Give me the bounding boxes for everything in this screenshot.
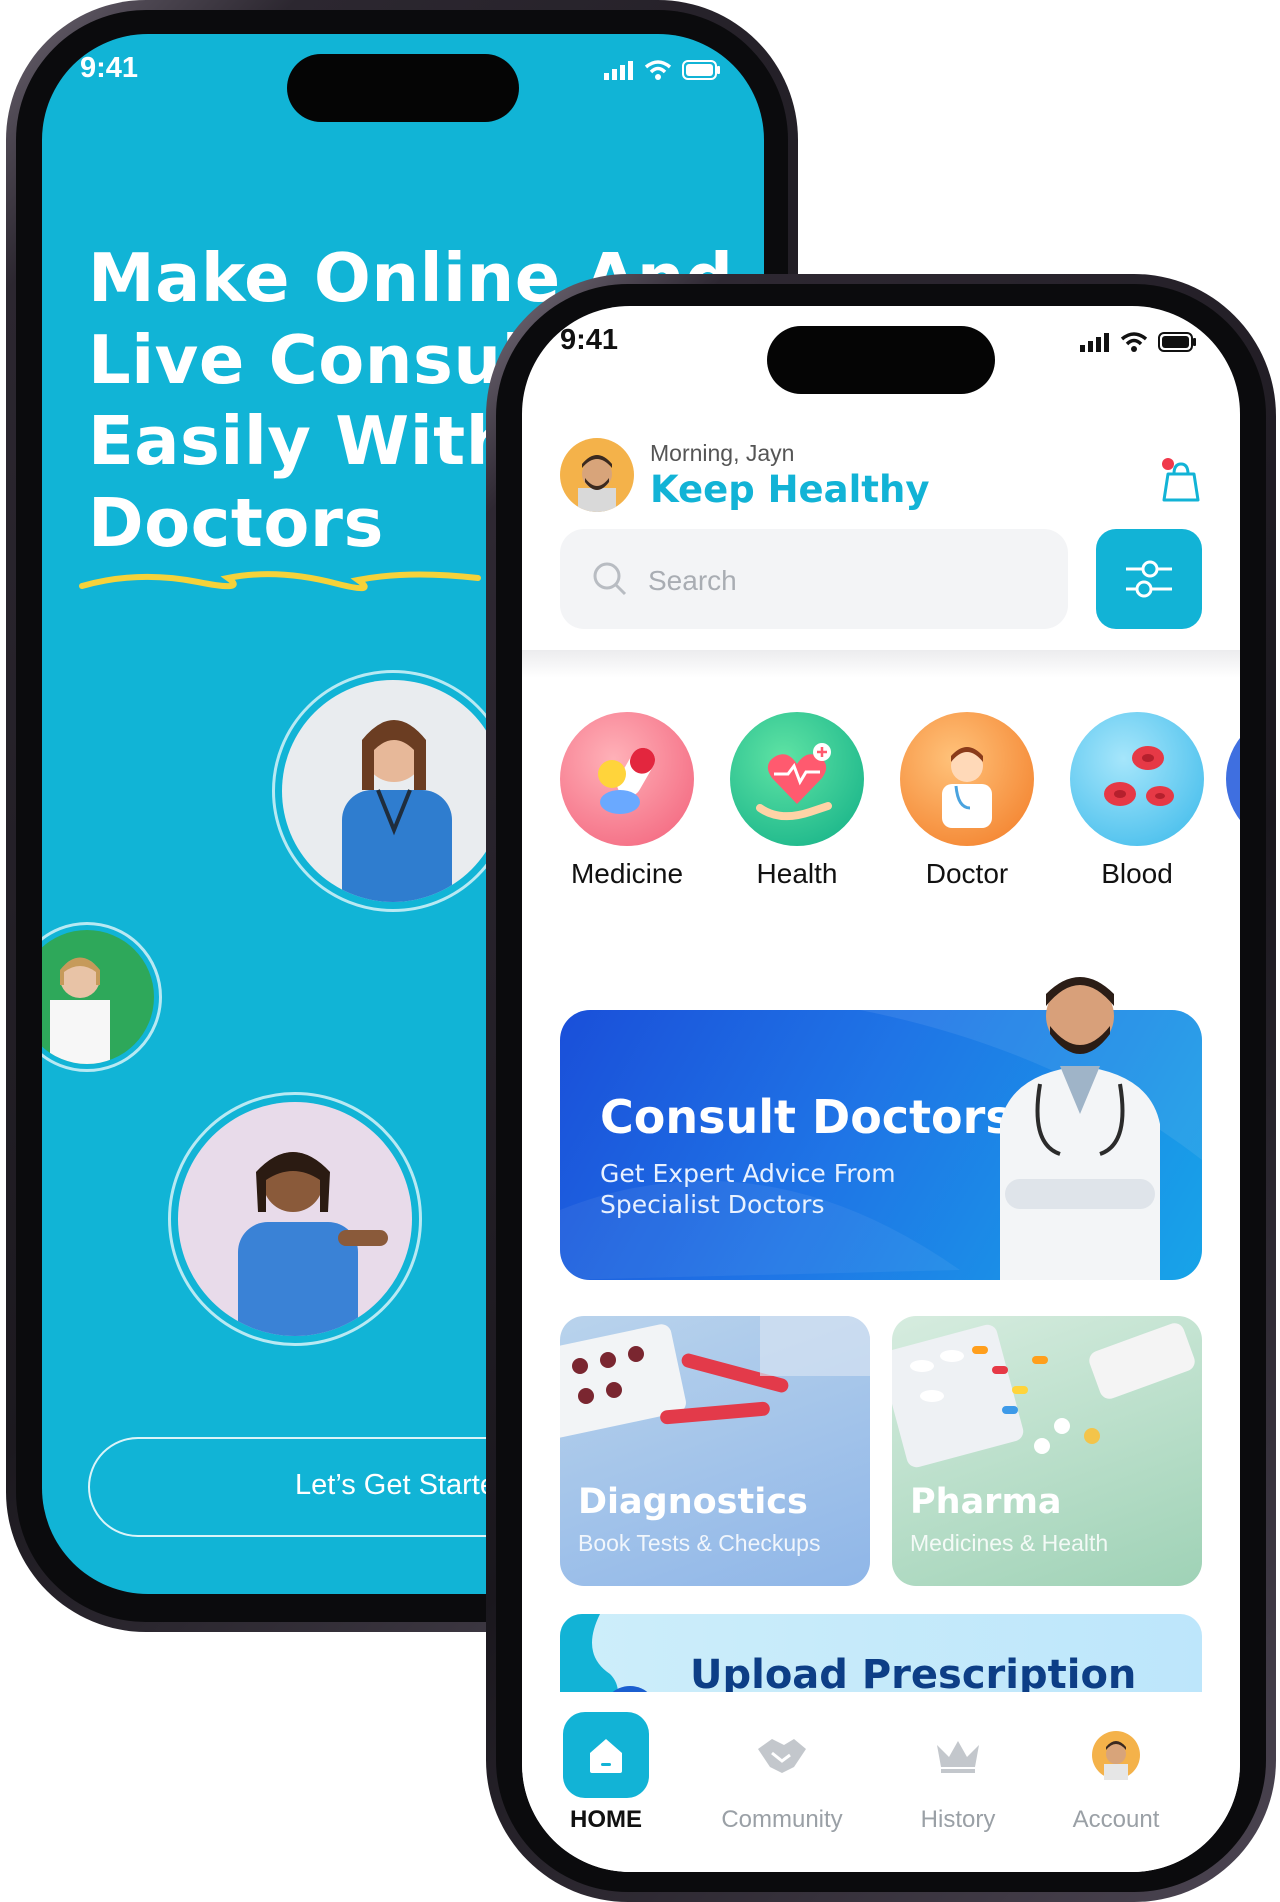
get-started-label: Let’s Get Started: [295, 1469, 513, 1501]
category-label: Health: [756, 858, 838, 889]
avatar[interactable]: [560, 438, 634, 512]
status-icons: [1080, 332, 1198, 352]
status-time: 9:41: [80, 52, 139, 84]
battery-icon: [1158, 332, 1196, 352]
battery-icon: [682, 60, 720, 80]
consult-subtitle: Get Expert Advice From Specialist Doctor…: [600, 1159, 896, 1220]
dynamic-island: [287, 54, 519, 122]
greeting-subtitle: Morning, Jayn: [650, 440, 795, 466]
diagnostics-subtitle: Book Tests & Checkups: [578, 1530, 821, 1556]
status-time: 9:41: [560, 324, 619, 356]
diagnostics-title: Diagnostics: [578, 1482, 808, 1522]
doctor-photo-1: [282, 680, 504, 902]
tab-home[interactable]: HOME: [536, 1712, 676, 1834]
tab-account[interactable]: Account: [1046, 1712, 1186, 1834]
home-icon: [563, 1712, 649, 1798]
shopping-bag-icon[interactable]: [1160, 456, 1202, 504]
pharma-card[interactable]: Pharma Medicines & Health: [892, 1316, 1202, 1586]
crown-icon: [915, 1712, 1001, 1798]
category-label: Medicine: [570, 858, 684, 889]
search-placeholder: Search: [648, 565, 737, 596]
search-icon: [593, 562, 627, 596]
home-screen: 9:41 Morning, Jayn Keep Healthy Search M…: [522, 306, 1240, 1872]
dynamic-island: [767, 326, 995, 394]
tab-label: HOME: [570, 1806, 642, 1833]
doctor-portrait: [1000, 977, 1160, 1280]
heart-hand-icon: [730, 712, 864, 846]
tab-history[interactable]: History: [888, 1712, 1028, 1834]
category-health[interactable]: Health: [730, 712, 864, 890]
doctor-photo-3: [178, 1102, 412, 1336]
category-label: Blood: [1101, 858, 1173, 889]
bottom-tab-bar: HOME Community History Account: [522, 1692, 1240, 1872]
category-blood[interactable]: Blood: [1070, 712, 1204, 890]
pharma-subtitle: Medicines & Health: [910, 1530, 1109, 1556]
nurse-pointing-figure: [238, 1152, 388, 1336]
signal-icon: [604, 61, 633, 80]
category-medicine[interactable]: Medicine: [560, 712, 694, 890]
signal-icon: [1080, 333, 1109, 352]
tab-label: Community: [721, 1806, 843, 1833]
status-icons: [604, 60, 722, 80]
blood-cells-icon: [1070, 712, 1204, 846]
diagnostics-card[interactable]: Diagnostics Book Tests & Checkups: [560, 1316, 870, 1586]
section-divider: [522, 650, 1240, 678]
notification-dot: [1162, 458, 1174, 470]
search-input[interactable]: Search: [560, 529, 1068, 629]
sliders-icon: [1126, 560, 1172, 598]
handshake-icon: [739, 1712, 825, 1798]
filter-button[interactable]: [1096, 529, 1202, 629]
consult-doctors-banner[interactable]: Consult Doctors Get Expert Advice From S…: [560, 977, 1202, 1280]
category-doctor[interactable]: Doctor: [900, 712, 1034, 890]
category-label: Doctor: [925, 858, 1009, 889]
greeting-title: Keep Healthy: [650, 468, 930, 511]
wifi-icon: [1120, 332, 1148, 352]
category-next-partial[interactable]: [1226, 712, 1240, 846]
consult-title: Consult Doctors: [600, 1090, 1013, 1144]
front-phone: 9:41 Morning, Jayn Keep Healthy Search M…: [486, 274, 1276, 1902]
pharma-title: Pharma: [910, 1482, 1062, 1522]
tab-community[interactable]: Community: [712, 1712, 852, 1834]
doctor-icon: [900, 712, 1034, 846]
headline-underline: [79, 571, 481, 592]
pills-icon: [560, 712, 694, 846]
nurse-figure: [342, 720, 452, 902]
user-portrait: [578, 455, 616, 512]
wifi-icon: [644, 60, 672, 80]
avatar-icon: [1073, 1712, 1159, 1798]
tab-label: Account: [1072, 1806, 1160, 1833]
tab-label: History: [920, 1806, 996, 1833]
